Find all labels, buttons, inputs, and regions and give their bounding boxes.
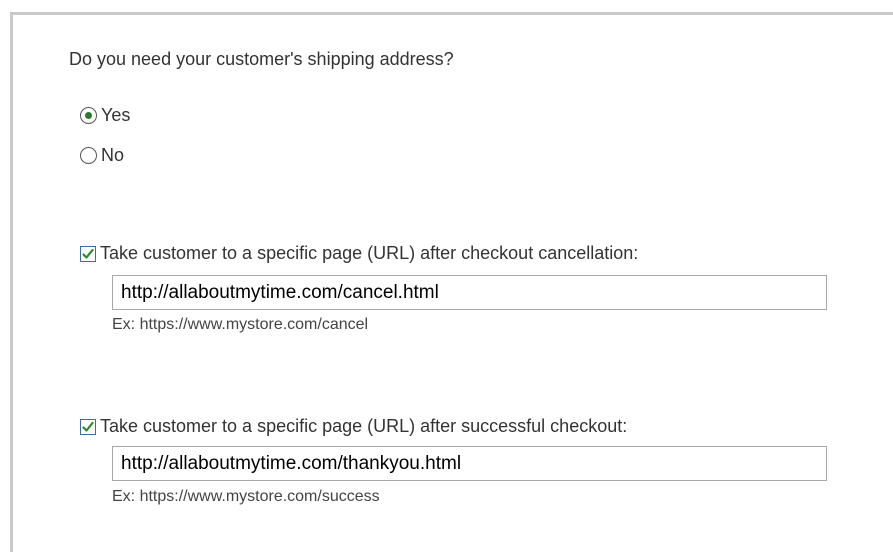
radio-no[interactable]: No (80, 145, 124, 166)
success-redirect-label: Take customer to a specific page (URL) a… (100, 416, 628, 436)
checkmark-icon (82, 248, 94, 259)
cancel-url-example: Ex: https://www.mystore.com/cancel (112, 316, 369, 333)
radio-yes-label: Yes (101, 105, 131, 125)
cancel-redirect-label: Take customer to a specific page (URL) a… (100, 243, 639, 263)
cancel-redirect-option[interactable]: Take customer to a specific page (URL) a… (80, 243, 638, 264)
radio-no-button[interactable] (80, 147, 97, 164)
shipping-question: Do you need your customer's shipping add… (69, 49, 454, 69)
success-url-input[interactable] (112, 446, 827, 481)
success-redirect-option[interactable]: Take customer to a specific page (URL) a… (80, 416, 627, 437)
cancel-redirect-checkbox[interactable] (80, 245, 96, 262)
radio-yes[interactable]: Yes (80, 105, 130, 126)
checkmark-icon (82, 421, 94, 432)
success-redirect-checkbox[interactable] (80, 418, 96, 435)
radio-selected-dot (85, 112, 92, 119)
success-url-example: Ex: https://www.mystore.com/success (112, 488, 380, 505)
cancel-url-input[interactable] (112, 275, 827, 310)
radio-no-label: No (101, 145, 125, 165)
radio-yes-button[interactable] (80, 107, 97, 124)
